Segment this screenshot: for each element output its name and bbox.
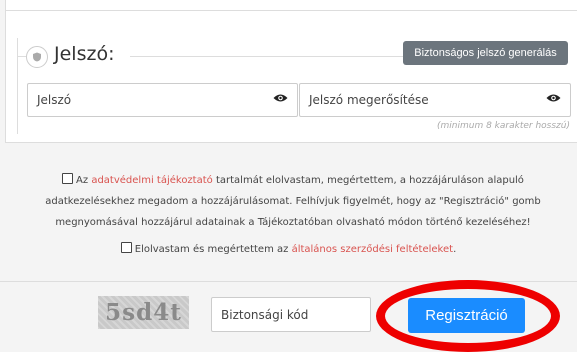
generate-password-button[interactable]: Biztonságos jelszó generálás [403,41,568,65]
divider [6,10,577,11]
privacy-consent: Az adatvédelmi tájékoztató tartalmát elo… [28,170,558,233]
password-section-title: Jelszó: [54,43,115,65]
fieldset-border [18,56,26,57]
divider [0,281,577,282]
confirm-password-field[interactable]: Jelszó megerősítése [299,83,571,117]
captcha-text: 5sd4t [105,299,182,326]
register-button[interactable]: Regisztráció [408,298,525,333]
security-code-placeholder: Biztonsági kód [221,308,309,322]
confirm-password-placeholder: Jelszó megerősítése [309,93,429,107]
terms-link[interactable]: általános szerződési feltételeket [292,244,454,255]
consent-text: Az [76,175,92,186]
password-length-hint: (minimum 8 karakter hosszú) [437,121,570,131]
privacy-checkbox[interactable] [62,173,74,184]
fieldset-border [130,56,420,57]
captcha-image: 5sd4t [98,296,189,329]
terms-consent: Elolvastam és megértettem az általános s… [0,242,577,255]
eye-icon[interactable] [273,92,288,107]
terms-text: Elolvastam és megértettem az [134,244,292,255]
password-field[interactable]: Jelszó [27,83,298,117]
shield-icon [26,46,48,68]
security-code-input[interactable]: Biztonsági kód [211,297,371,332]
privacy-policy-link[interactable]: adatvédelmi tájékoztató [91,175,212,186]
eye-icon[interactable] [546,92,561,107]
password-placeholder: Jelszó [37,93,72,107]
terms-text: . [453,244,457,255]
terms-checkbox[interactable] [120,242,132,253]
